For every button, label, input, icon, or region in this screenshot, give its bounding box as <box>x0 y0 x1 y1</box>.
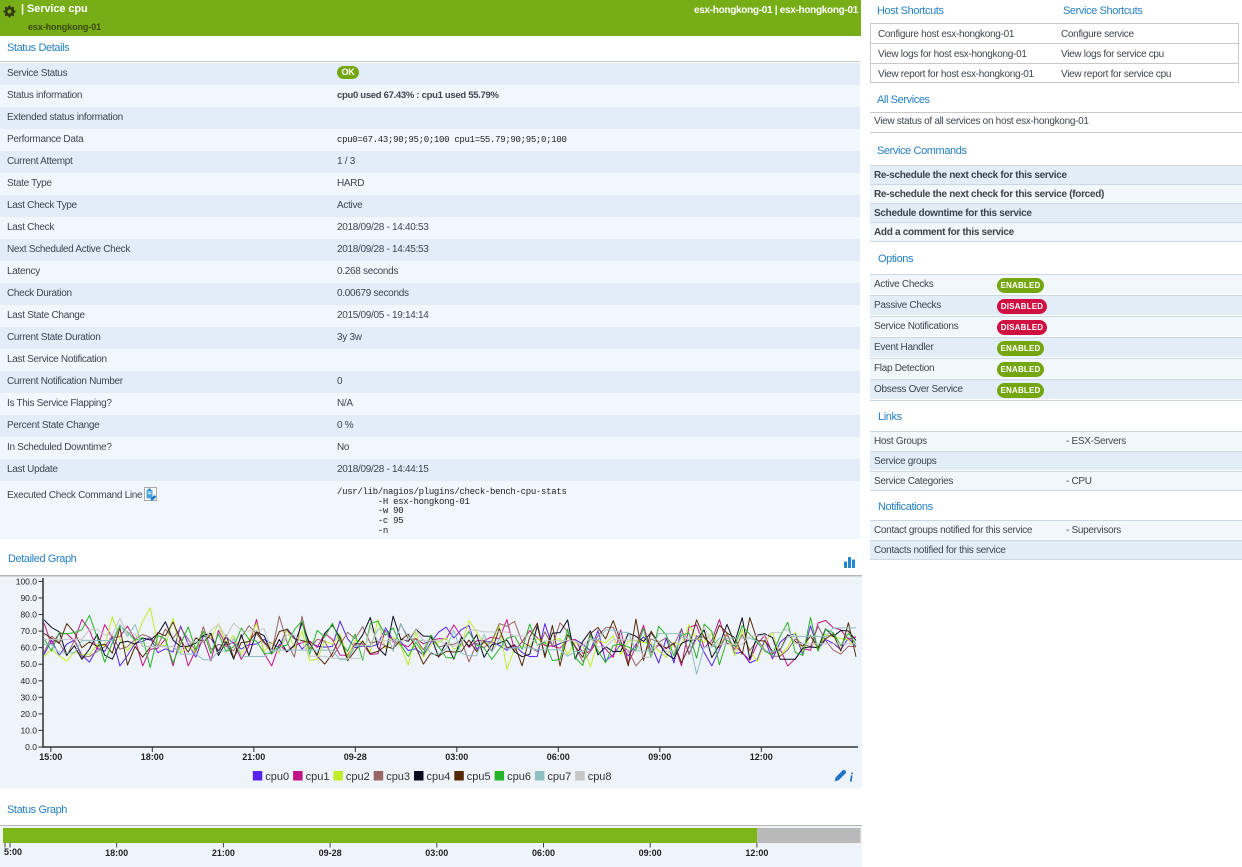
svg-text:12:00: 12:00 <box>750 752 773 762</box>
svg-text:50.0: 50.0 <box>20 659 37 669</box>
svg-text:09-28: 09-28 <box>319 848 342 858</box>
svg-text:03:00: 03:00 <box>445 752 468 762</box>
svg-text:70.0: 70.0 <box>20 626 37 636</box>
svg-text:21:00: 21:00 <box>212 848 235 858</box>
svg-text:40.0: 40.0 <box>20 676 37 686</box>
svg-text:09:00: 09:00 <box>648 752 671 762</box>
svg-text:18:00: 18:00 <box>105 848 128 858</box>
svg-text:90.0: 90.0 <box>20 593 37 603</box>
svg-text:18:00: 18:00 <box>141 752 164 762</box>
svg-text:cpu6: cpu6 <box>507 771 531 783</box>
svg-text:09-28: 09-28 <box>344 752 367 762</box>
svg-text:10.0: 10.0 <box>20 725 37 735</box>
svg-text:cpu2: cpu2 <box>346 771 370 783</box>
svg-text:12:00: 12:00 <box>745 848 768 858</box>
svg-text:20.0: 20.0 <box>20 709 37 719</box>
svg-text:cpu0: cpu0 <box>265 771 289 783</box>
svg-text:60.0: 60.0 <box>20 643 37 653</box>
svg-text:80.0: 80.0 <box>20 610 37 620</box>
svg-text:cpu8: cpu8 <box>588 771 612 783</box>
svg-text:5:00: 5:00 <box>4 847 22 857</box>
svg-text:0.0: 0.0 <box>25 742 37 752</box>
svg-text:cpu7: cpu7 <box>547 771 571 783</box>
svg-text:06:00: 06:00 <box>547 752 570 762</box>
svg-text:cpu4: cpu4 <box>427 771 451 783</box>
svg-text:21:00: 21:00 <box>242 752 265 762</box>
svg-text:cpu5: cpu5 <box>467 771 491 783</box>
svg-text:03:00: 03:00 <box>425 848 448 858</box>
svg-text:100.0: 100.0 <box>16 576 38 586</box>
svg-text:30.0: 30.0 <box>20 692 37 702</box>
svg-text:cpu1: cpu1 <box>306 771 330 783</box>
svg-text:i: i <box>850 770 854 785</box>
svg-text:09:00: 09:00 <box>639 848 662 858</box>
svg-text:06:00: 06:00 <box>532 848 555 858</box>
svg-text:cpu3: cpu3 <box>386 771 410 783</box>
svg-text:15:00: 15:00 <box>39 752 62 762</box>
